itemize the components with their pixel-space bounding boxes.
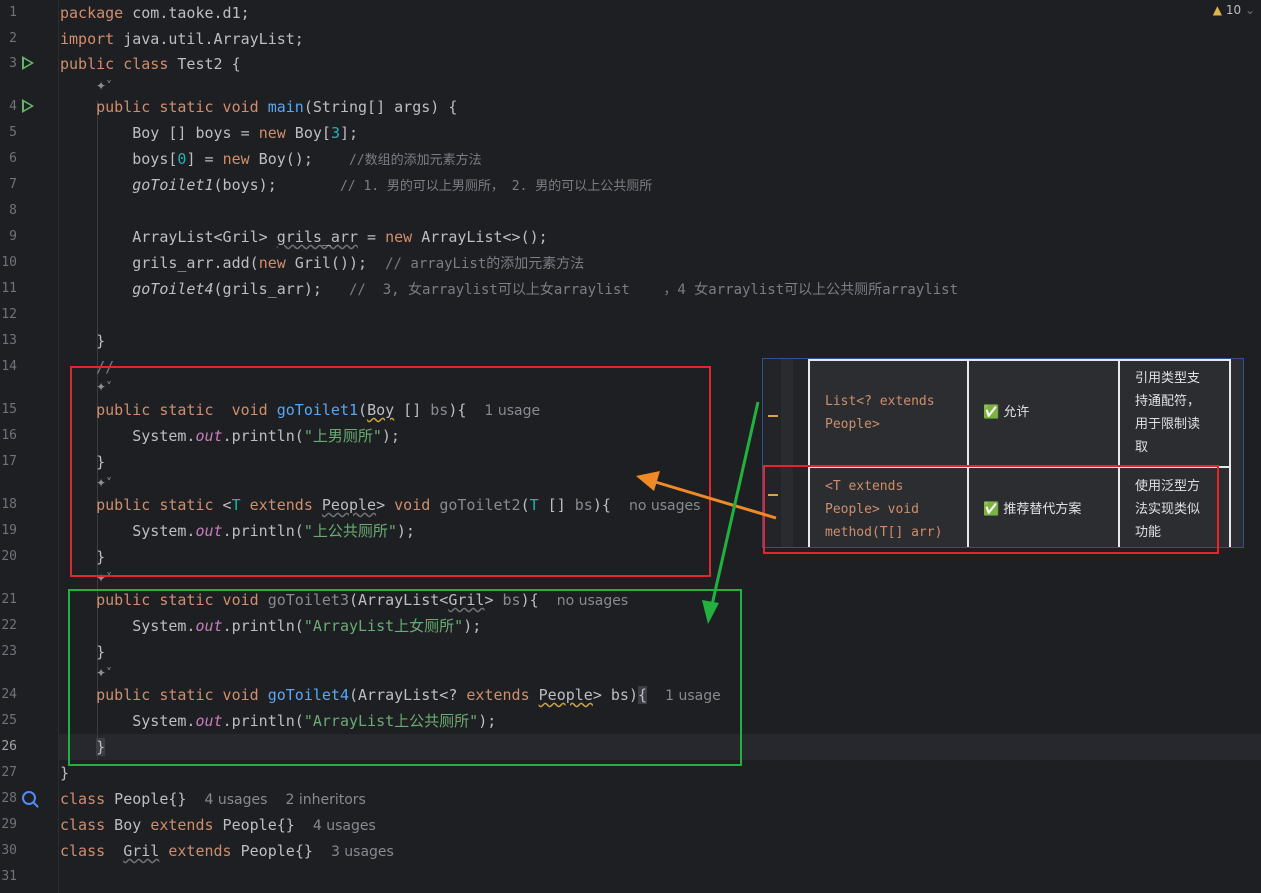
orange-arrowhead: [636, 471, 660, 491]
green-arrow-line: [710, 401, 760, 606]
orange-arrow-line: [651, 479, 777, 520]
green-arrowhead: [702, 600, 719, 624]
annotation-arrows: [636, 401, 777, 624]
